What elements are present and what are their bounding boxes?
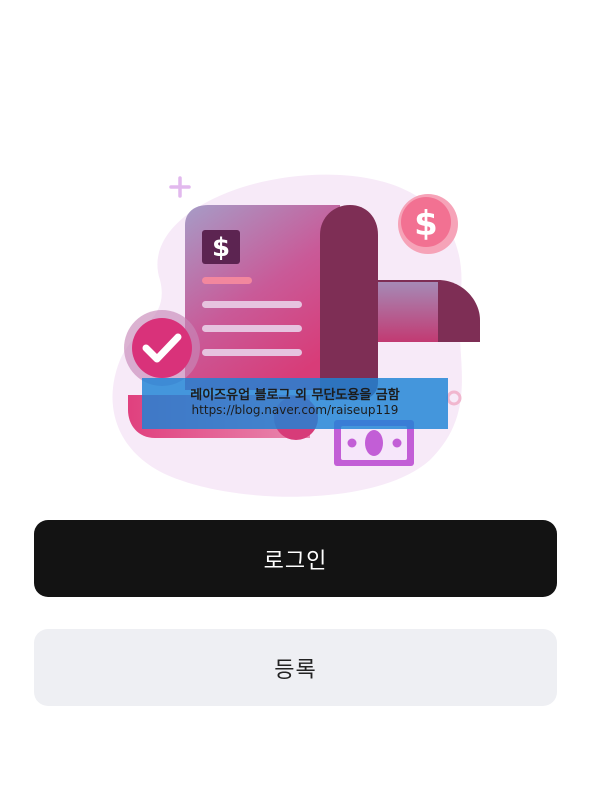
login-button-label: 로그인 (263, 548, 328, 574)
check-badge-icon (124, 310, 200, 386)
watermark-text: 레이즈유업 블로그 외 무단도용을 금함 (190, 388, 400, 404)
dollar-coin-icon: $ (398, 194, 458, 254)
register-button-label: 등록 (274, 657, 317, 683)
watermark-url: https://blog.naver.com/raiseup119 (191, 403, 399, 418)
register-button[interactable]: 등록 (34, 629, 557, 706)
watermark-banner: 레이즈유업 블로그 외 무단도용을 금함 https://blog.naver.… (142, 378, 448, 429)
payment-illustration: $ $ (112, 174, 480, 497)
welcome-screen: $ $ 레이즈유업 블로그 외 무단도용을 금함 https://blog.na… (0, 0, 593, 798)
paper-roll (320, 205, 378, 400)
svg-text:$: $ (414, 204, 438, 244)
svg-text:$: $ (212, 233, 230, 263)
login-button[interactable]: 로그인 (34, 520, 557, 597)
plus-sparkle-icon (169, 176, 191, 198)
